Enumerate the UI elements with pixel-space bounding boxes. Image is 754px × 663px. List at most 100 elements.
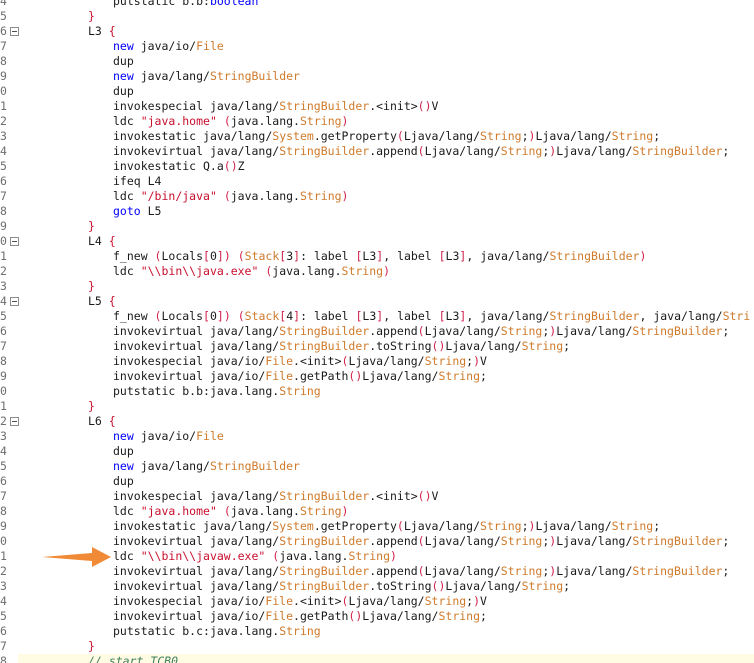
syntax-token: ( [417, 564, 425, 578]
syntax-token: java/lang/ [209, 339, 280, 353]
syntax-token: invokespecial [113, 99, 210, 113]
syntax-token: { [108, 414, 116, 428]
line-number: 3 [0, 429, 7, 443]
syntax-token: StringBuilder [632, 324, 723, 338]
syntax-token: invokevirtual [113, 609, 210, 623]
code-text: ifeq L4 [113, 174, 754, 189]
line-number: 5 [0, 609, 7, 623]
syntax-token: String [480, 519, 522, 533]
syntax-token: L3 [445, 309, 460, 323]
syntax-token: ( [396, 519, 404, 533]
line-number: 5 [0, 309, 7, 323]
code-line: 6 putstatic b.c:java.lang.String [0, 624, 754, 639]
syntax-token: ; [722, 534, 730, 548]
syntax-token: "\\bin\\java.exe" [140, 264, 259, 278]
syntax-token: java/lang/ [563, 534, 633, 548]
syntax-token: invokevirtual [113, 369, 210, 383]
code-text: invokevirtual java/lang/StringBuilder.ap… [113, 564, 754, 579]
syntax-token: ifeq L4 [113, 174, 162, 188]
syntax-token: Locals [161, 309, 204, 323]
syntax-token: ( [417, 144, 425, 158]
syntax-token [217, 114, 224, 128]
code-text: invokevirtual java/lang/StringBuilder.to… [113, 339, 754, 354]
syntax-token: Stri [722, 309, 751, 323]
syntax-token: new [113, 459, 134, 473]
syntax-token: .<init> [293, 354, 342, 368]
editor-window: 4 putstatic b.b:boolean 5} 6 L3 {7 new java/i… [0, 0, 754, 663]
syntax-token: L [403, 519, 411, 533]
bytecode-editor[interactable]: 4 putstatic b.b:boolean 5} 6 L3 {7 new java/i… [0, 0, 754, 663]
syntax-token: java/lang/ [369, 369, 439, 383]
line-number: 6 [0, 324, 7, 338]
code-text: dup [113, 474, 754, 489]
syntax-token: invokestatic [113, 519, 204, 533]
syntax-token: java/lang/ [431, 144, 501, 158]
syntax-token: putstatic b.c: [113, 624, 210, 638]
syntax-token: ( [417, 99, 425, 113]
syntax-token: ( [417, 324, 425, 338]
syntax-token: } [88, 9, 95, 23]
code-text: new java/io/File [113, 39, 754, 54]
syntax-token: .toString [369, 339, 432, 353]
syntax-token: File [265, 369, 294, 383]
syntax-token: ; [563, 579, 571, 593]
line-number: 2 [0, 414, 7, 428]
syntax-token: java/lang/ [563, 144, 633, 158]
syntax-token: invokevirtual [113, 564, 210, 578]
code-line: 8 dup [0, 54, 754, 69]
fold-collapse-icon[interactable] [10, 417, 19, 426]
code-line: 3 invokevirtual java/lang/StringBuilder.t… [0, 579, 754, 594]
code-line: 2 L6 { [0, 414, 754, 429]
code-line: 2 ldc "java.home" (java.lang.String) [0, 114, 754, 129]
syntax-token: ( [237, 309, 245, 323]
syntax-token: java/lang/ [653, 309, 723, 323]
line-number: 5 [0, 459, 7, 473]
line-number: 2 [0, 114, 7, 128]
code-line: 6 L3 { [0, 24, 754, 39]
syntax-token: StringBuilder [632, 534, 723, 548]
syntax-token: String [500, 534, 543, 548]
code-text: putstatic b.b:java.lang.String [113, 384, 754, 399]
code-line: 5 invokestatic Q.a()Z [0, 159, 754, 174]
syntax-token: ) [341, 189, 349, 203]
syntax-token: ) [424, 99, 432, 113]
syntax-token: java/lang/ [369, 609, 439, 623]
fold-collapse-icon[interactable] [10, 237, 19, 246]
syntax-token: invokevirtual [113, 339, 210, 353]
line-number: 3 [0, 129, 7, 143]
syntax-token: ) [390, 549, 397, 563]
code-line: 1} [0, 399, 754, 414]
code-text: ldc "java.home" (java.lang.String) [113, 504, 754, 519]
syntax-token [134, 69, 141, 83]
line-number: 8 [0, 54, 7, 68]
syntax-token: ( [223, 114, 231, 128]
line-number: 0 [0, 84, 7, 98]
code-line: 1 ldc "\\bin\\javaw.exe" (java.lang.Strin… [0, 549, 754, 564]
syntax-token: String [521, 339, 564, 353]
line-number: 6 [0, 174, 7, 188]
syntax-token: java/io/ [140, 429, 197, 443]
line-number: 9 [0, 69, 7, 83]
syntax-token: java.lang. [230, 504, 300, 518]
syntax-token: .append [369, 564, 418, 578]
fold-collapse-icon[interactable] [10, 27, 19, 36]
code-text: L5 { [88, 294, 754, 309]
syntax-token: L [424, 144, 432, 158]
syntax-token: dup [113, 84, 134, 98]
line-number: 1 [0, 99, 7, 113]
syntax-token: } [88, 399, 95, 413]
line-number: 4 [0, 444, 7, 458]
syntax-token: boolean [209, 0, 259, 8]
syntax-token: ( [237, 249, 245, 263]
syntax-token: java.lang. [209, 384, 280, 398]
syntax-token: String [279, 384, 321, 398]
fold-collapse-icon[interactable] [10, 297, 19, 306]
syntax-token: String [521, 579, 564, 593]
code-text: invokevirtual java/lang/StringBuilder.to… [113, 579, 754, 594]
syntax-token: java/lang/ [209, 489, 280, 503]
syntax-token: java/io/ [140, 39, 197, 53]
syntax-token: java/lang/ [209, 579, 280, 593]
code-text: invokevirtual java/io/File.getPath()Ljav… [113, 369, 754, 384]
code-line: 4 dup [0, 444, 754, 459]
code-text: f_new (Locals[0]) (Stack[3]: label [L3],… [113, 249, 754, 264]
